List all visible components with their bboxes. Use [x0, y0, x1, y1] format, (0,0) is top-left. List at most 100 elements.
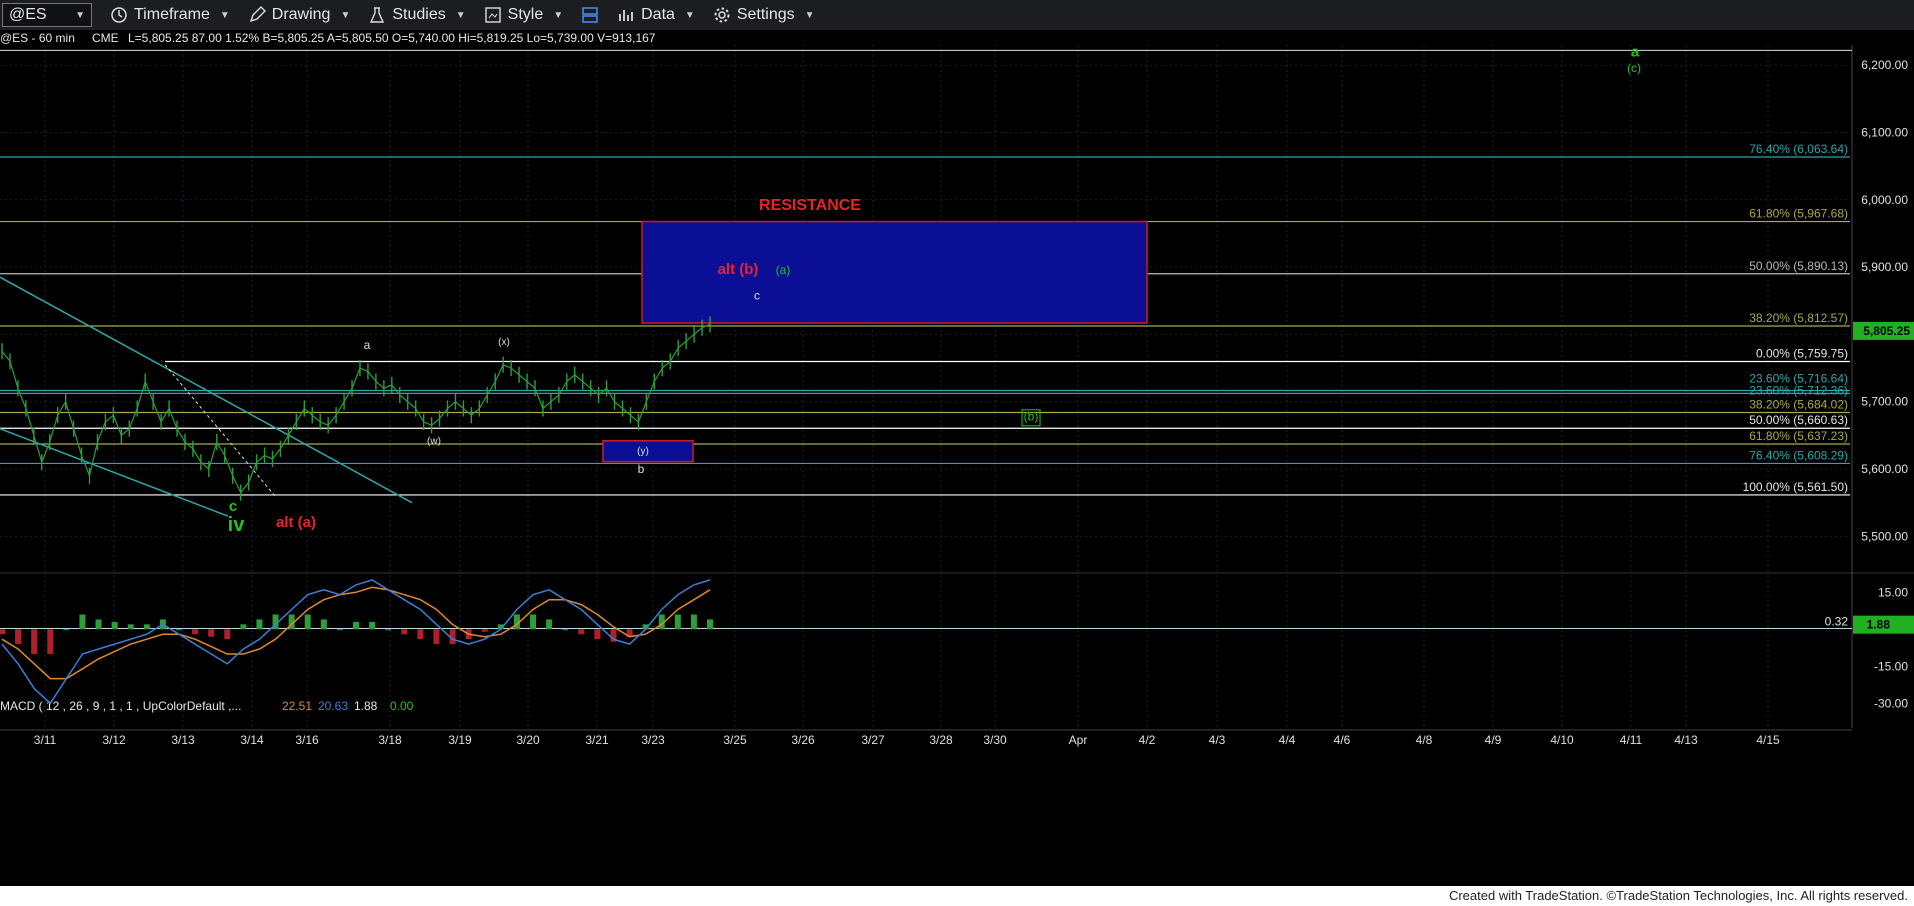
macd-y-tick-label: 15.00	[1878, 585, 1908, 599]
macd-histogram-bar	[95, 619, 102, 630]
x-tick-label: 3/13	[171, 733, 195, 747]
drawing-button[interactable]: Drawing ▼	[248, 6, 351, 24]
resistance-label: RESISTANCE	[759, 197, 861, 214]
drawing-label: Drawing	[271, 6, 331, 23]
macd-y-tick-label: -30.00	[1874, 696, 1908, 710]
alt-a-label: alt (a)	[276, 514, 316, 531]
x-tick-label: 3/21	[585, 733, 609, 747]
y-tick-label: 5,700.00	[1861, 395, 1908, 409]
x-tick-label: 3/28	[929, 733, 953, 747]
macd-histogram-bar	[401, 629, 408, 635]
style-icon	[484, 7, 501, 23]
y-tick-label: 6,100.00	[1861, 126, 1908, 140]
chevron-down-icon: ▼	[684, 9, 695, 21]
fib-label: 61.80% (5,637.23)	[1749, 429, 1848, 443]
fib-label: 38.20% (5,684.02)	[1749, 397, 1848, 411]
chart-header-quote: L=5,805.25 87.00 1.52% B=5,805.25 A=5,80…	[128, 31, 656, 45]
macd-histogram-bar	[15, 629, 22, 645]
symbol-text: @ES	[9, 6, 47, 23]
c-low-label: c	[229, 498, 237, 515]
macd-histogram-bar	[79, 614, 86, 630]
symbol-input[interactable]: @ES ▼	[2, 3, 92, 27]
gear-icon	[714, 7, 730, 23]
fib-label: 38.20% (5,812.57)	[1749, 311, 1848, 325]
chevron-down-icon: ▼	[455, 9, 466, 21]
c-wave-label: c	[754, 288, 760, 302]
macd-histogram-bar	[578, 629, 585, 635]
studies-button[interactable]: Studies ▼	[368, 6, 466, 24]
x-tick-label: 3/20	[516, 733, 540, 747]
y-tick-label: 5,500.00	[1861, 529, 1908, 543]
x-tick-label: Apr	[1069, 733, 1088, 747]
x-tick-label: 3/14	[240, 733, 264, 747]
macd-histogram-bar	[385, 629, 392, 631]
macd-readouts: 22.51 20.63 1.88 0.00	[282, 699, 414, 713]
style-button[interactable]: Style ▼	[484, 6, 563, 24]
clock-icon	[111, 7, 127, 23]
macd-histogram-bar	[546, 619, 553, 630]
fib-label: 0.00% (5,759.75)	[1756, 347, 1848, 361]
style-label: Style	[507, 6, 544, 23]
timeframe-button[interactable]: Timeframe ▼	[110, 6, 230, 24]
iv-label: iv	[228, 514, 246, 536]
macd-histogram-bar	[562, 629, 569, 631]
macd-histogram-bar	[256, 619, 263, 630]
x-tick-label: 3/18	[378, 733, 402, 747]
macd-histogram-bar	[336, 629, 343, 631]
macd-histogram-bar	[481, 629, 488, 632]
chevron-down-icon: ▼	[340, 9, 351, 21]
chart-header-symbol: @ES - 60 min	[0, 31, 75, 45]
bar-chart-icon	[619, 10, 634, 21]
chart-area[interactable]: @ES - 60 min CME L=5,805.25 87.00 1.52% …	[0, 30, 1914, 886]
macd-histogram-bar	[594, 629, 601, 640]
x-tick-label: 3/16	[295, 733, 319, 747]
chevron-down-icon: ▼	[219, 9, 230, 21]
macd-histogram-bar	[240, 624, 247, 630]
macd-readout: 22.51	[282, 699, 312, 713]
macd-readout: 1.88	[354, 699, 378, 713]
y-tick-label: 5,600.00	[1861, 462, 1908, 476]
fib-label: 76.40% (5,608.29)	[1749, 448, 1848, 462]
macd-title: MACD ( 12 , 26 , 9 , 1 , 1 , UpColorDefa…	[0, 699, 241, 713]
macd-histogram-bar	[304, 614, 311, 630]
macd-histogram-bar	[417, 629, 424, 640]
w-wave-label: (w)	[427, 436, 441, 447]
chevron-down-icon: ▼	[75, 9, 85, 21]
macd-histogram-bar	[690, 614, 697, 630]
x-wave-label: (x)	[498, 337, 510, 348]
macd-histogram-bar	[224, 629, 231, 640]
macd-histogram-bar	[674, 614, 681, 630]
fib-label: 61.80% (5,967.68)	[1749, 207, 1848, 221]
layout-button[interactable]	[581, 6, 599, 24]
x-tick-label: 3/19	[448, 733, 472, 747]
x-tick-label: 4/6	[1334, 733, 1351, 747]
macd-histogram-bar	[208, 629, 215, 637]
x-tick-label: 3/11	[34, 733, 57, 747]
x-tick-label: 3/26	[791, 733, 815, 747]
macd-histogram-bar	[353, 621, 359, 630]
x-tick-label: 3/30	[983, 733, 1007, 747]
alt-b-label: alt (b)	[718, 261, 759, 278]
x-tick-label: 4/4	[1279, 733, 1296, 747]
x-tick-label: 4/15	[1756, 733, 1780, 747]
macd-histogram-bar	[176, 629, 182, 631]
macd-histogram-bar	[143, 624, 150, 630]
a-paren-label: (a)	[776, 263, 791, 277]
toolbar: @ES ▼ Timeframe ▼ Drawing ▼ Studies ▼ St…	[0, 0, 1914, 31]
top-a-label: a	[1631, 43, 1640, 60]
macd-histogram-bar	[127, 624, 134, 630]
macd-histogram-bar	[47, 629, 54, 654]
a-wave-label: a	[364, 338, 371, 352]
x-tick-label: 4/13	[1674, 733, 1698, 747]
fib-label: 50.00% (5,660.63)	[1749, 413, 1848, 427]
macd-histogram-bar	[369, 621, 376, 630]
macd-readout: 20.63	[318, 699, 348, 713]
fib-label: 23.60% (5,712.36)	[1749, 383, 1848, 397]
chevron-down-icon: ▼	[553, 9, 564, 21]
data-button[interactable]: Data ▼	[617, 6, 695, 24]
pencil-icon	[249, 6, 266, 23]
x-tick-label: 3/12	[102, 733, 126, 747]
x-tick-label: 3/27	[861, 733, 885, 747]
macd-histogram-bar	[111, 621, 118, 630]
settings-button[interactable]: Settings ▼	[713, 6, 815, 24]
